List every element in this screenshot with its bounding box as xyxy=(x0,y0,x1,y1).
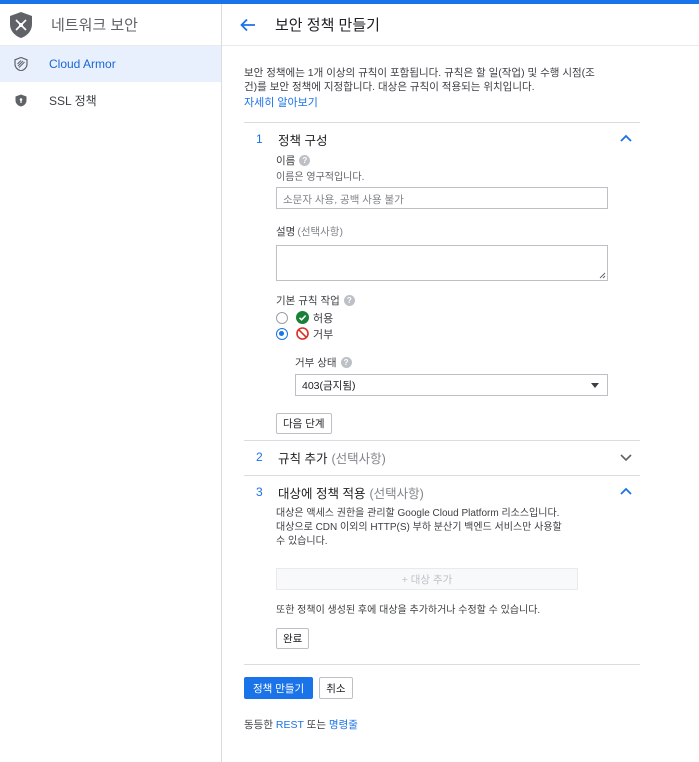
targets-description-line-1: 대상은 액세스 권한을 관리할 Google Cloud Platform 리소… xyxy=(276,508,560,519)
deny-option[interactable]: 거부 xyxy=(276,326,640,341)
default-action-label: 기본 규칙 작업 xyxy=(276,295,340,307)
deny-status-select[interactable]: 403(금지됨) xyxy=(295,374,608,396)
footer-prefix: 동등한 xyxy=(244,719,273,731)
learn-more-link[interactable]: 자세히 알아보기 xyxy=(244,94,318,110)
sidebar-item-ssl-policy[interactable]: SSL 정책 xyxy=(0,82,221,118)
step-1-header[interactable]: 1 정책 구성 xyxy=(244,123,640,155)
intro-block: 보안 정책에는 1개 이상의 규칙이 포함됩니다. 규칙은 할 일(작업) 및 … xyxy=(244,66,640,110)
intro-text-line-2: 건)를 보안 정책에 지정합니다. 대상은 규칙이 적용되는 위치입니다. xyxy=(244,81,535,93)
sidebar-title: 네트워크 보안 xyxy=(51,17,138,34)
step-number: 1 xyxy=(256,132,263,146)
chevron-up-icon[interactable] xyxy=(620,133,632,143)
chevron-up-icon[interactable] xyxy=(620,486,632,496)
block-icon xyxy=(296,327,309,340)
step-number: 2 xyxy=(256,450,263,464)
step-3-header[interactable]: 3 대상에 정책 적용 (선택사항) xyxy=(244,476,640,508)
create-policy-button[interactable]: 정책 만들기 xyxy=(244,677,314,699)
step-number: 3 xyxy=(256,485,263,499)
name-input[interactable]: 소문자 사용, 공백 사용 불가 xyxy=(276,187,608,209)
optional-label: (선택사항) xyxy=(331,451,386,466)
next-step-button[interactable]: 다음 단계 xyxy=(276,413,332,434)
cancel-button[interactable]: 취소 xyxy=(319,677,353,699)
targets-note: 또한 정책이 생성된 후에 대상을 추가하거나 수정할 수 있습니다. xyxy=(276,605,541,616)
done-button[interactable]: 완료 xyxy=(276,628,310,649)
optional-label: (선택사항) xyxy=(297,226,343,238)
name-label: 이름 xyxy=(276,155,296,167)
step-1-section: 1 정책 구성 이름 ? 이름은 영구적입니다. 소문자 사용, 공백 사용 불… xyxy=(244,122,640,434)
cloud-armor-icon xyxy=(14,57,28,71)
targets-description-line-3: 수 있습니다. xyxy=(276,536,328,547)
help-icon[interactable]: ? xyxy=(340,357,352,368)
footer-or: 또는 xyxy=(306,719,326,731)
main-panel: 보안 정책 만들기 보안 정책에는 1개 이상의 규칙이 포함됩니다. 규칙은 … xyxy=(222,4,699,762)
name-label-row: 이름 ? xyxy=(276,153,640,168)
page-header: 보안 정책 만들기 xyxy=(222,4,699,46)
sidebar-item-cloud-armor[interactable]: Cloud Armor xyxy=(0,46,221,82)
check-circle-icon xyxy=(296,311,309,324)
back-arrow-icon[interactable] xyxy=(239,16,257,34)
step-2-section: 2 규칙 추가 (선택사항) xyxy=(244,440,640,473)
ssl-shield-icon xyxy=(14,93,28,107)
name-hint: 이름은 영구적입니다. xyxy=(276,172,365,183)
step-title: 대상에 정책 적용 xyxy=(278,486,366,501)
command-line-link[interactable]: 명령줄 xyxy=(329,719,358,731)
default-action-label-row: 기본 규칙 작업 ? xyxy=(276,293,640,308)
dropdown-caret-icon xyxy=(591,383,599,388)
intro-text-line-1: 보안 정책에는 1개 이상의 규칙이 포함됩니다. 규칙은 할 일(작업) 및 … xyxy=(244,67,595,79)
sidebar-item-label: Cloud Armor xyxy=(49,57,116,71)
deny-label: 거부 xyxy=(313,328,334,341)
description-label: 설명 xyxy=(276,226,296,238)
rest-link[interactable]: REST xyxy=(276,719,304,731)
sidebar: 네트워크 보안 Cloud Armor SSL 정책 xyxy=(0,4,222,762)
deny-status-label-row: 거부 상태 ? xyxy=(295,355,640,370)
resize-handle-icon[interactable] xyxy=(599,272,606,279)
allow-option[interactable]: 허용 xyxy=(276,310,640,325)
sidebar-item-label: SSL 정책 xyxy=(49,93,97,108)
optional-label: (선택사항) xyxy=(369,486,424,501)
equivalent-links: 동등한 REST 또는 명령줄 xyxy=(244,717,358,732)
add-target-button[interactable]: + 대상 추가 xyxy=(276,568,578,590)
step-3-section: 3 대상에 정책 적용 (선택사항) 대상은 액세스 권한을 관리할 Googl… xyxy=(244,475,640,649)
help-icon[interactable]: ? xyxy=(343,295,355,306)
network-security-shield-icon xyxy=(9,11,33,39)
step-2-header[interactable]: 2 규칙 추가 (선택사항) xyxy=(244,441,640,473)
chevron-down-icon[interactable] xyxy=(620,453,632,463)
deny-status-label: 거부 상태 xyxy=(295,357,337,369)
allow-label: 허용 xyxy=(313,312,334,325)
targets-description-line-2: 대상으로 CDN 이외의 HTTP(S) 부하 분산기 백엔드 서비스만 사용할 xyxy=(276,522,562,533)
form-actions: 정책 만들기 취소 xyxy=(244,677,353,699)
description-textarea[interactable] xyxy=(276,245,608,281)
allow-radio[interactable] xyxy=(276,311,288,324)
deny-radio[interactable] xyxy=(276,327,288,340)
divider xyxy=(244,664,640,665)
page-title: 보안 정책 만들기 xyxy=(275,17,380,34)
deny-status-value: 403(금지됨) xyxy=(302,379,356,392)
description-label-row: 설명 (선택사항) xyxy=(276,224,640,239)
help-icon[interactable]: ? xyxy=(299,155,311,166)
step-title: 규칙 추가 xyxy=(278,451,328,466)
step-title: 정책 구성 xyxy=(278,133,328,148)
sidebar-header: 네트워크 보안 xyxy=(0,4,221,46)
